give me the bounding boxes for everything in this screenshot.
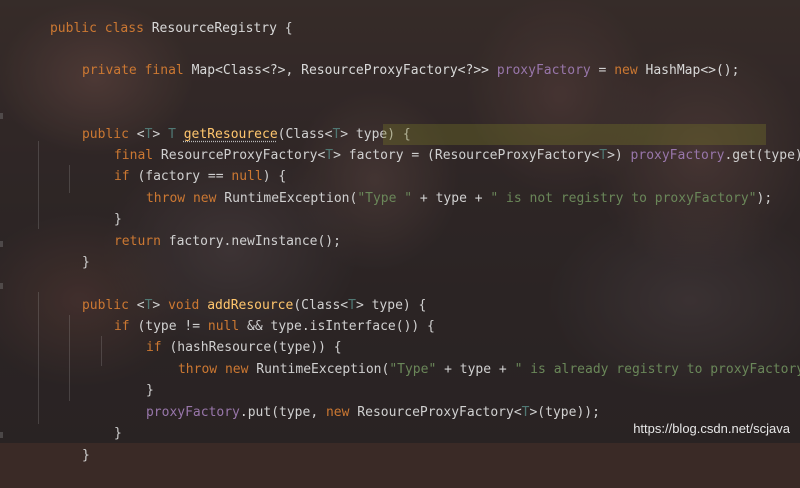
- brace-token: }: [81, 448, 90, 464]
- code-line-10[interactable]: return factory.newInstance();: [0, 210, 800, 249]
- keyword-token: class: [96, 21, 152, 37]
- code-line-11[interactable]: }: [0, 231, 800, 270]
- operator-token: =: [590, 63, 615, 79]
- watermark-url: https://blog.csdn.net/scjava: [633, 421, 790, 436]
- keyword-token: private: [81, 63, 137, 79]
- code-line-6[interactable]: final ResourceProxyFactory<T> factory = …: [0, 124, 800, 163]
- code-line-7[interactable]: if (factory == null) {: [0, 145, 800, 184]
- code-line-15[interactable]: if (hashResource(type)) {: [0, 316, 800, 355]
- type-token: Map<Class<?>, ResourceProxyFactory<?>>: [191, 63, 489, 79]
- code-line-8[interactable]: throw new RuntimeException("Type " + typ…: [0, 167, 800, 206]
- code-line-13[interactable]: public <T> void addResource(Class<T> typ…: [0, 274, 800, 313]
- code-line-14[interactable]: if (type != null && type.isInterface()) …: [0, 295, 800, 334]
- type-token: HashMap<>();: [645, 63, 740, 79]
- code-line-17[interactable]: }: [0, 359, 800, 398]
- keyword-token: new: [614, 63, 638, 79]
- keyword-token: public: [49, 21, 97, 37]
- code-line-5[interactable]: public <T> T getResourece(Class<T> type)…: [0, 103, 800, 142]
- code-line-18[interactable]: proxyFactory.put(type, new ResourceProxy…: [0, 381, 800, 420]
- code-line-3[interactable]: private final Map<Class<?>, ResourceProx…: [0, 39, 800, 78]
- brace-token: }: [81, 255, 90, 271]
- punctuation-token: {: [276, 21, 293, 37]
- code-line-1[interactable]: public class ResourceRegistry {: [0, 0, 800, 36]
- code-line-9[interactable]: }: [0, 188, 800, 227]
- keyword-token: final: [144, 63, 184, 79]
- code-line-16[interactable]: throw new RuntimeException("Type" + type…: [0, 338, 800, 377]
- code-editor[interactable]: public class ResourceRegistry { private …: [0, 0, 800, 463]
- field-token: proxyFactory: [496, 63, 591, 79]
- class-name-token: ResourceRegistry: [151, 21, 277, 37]
